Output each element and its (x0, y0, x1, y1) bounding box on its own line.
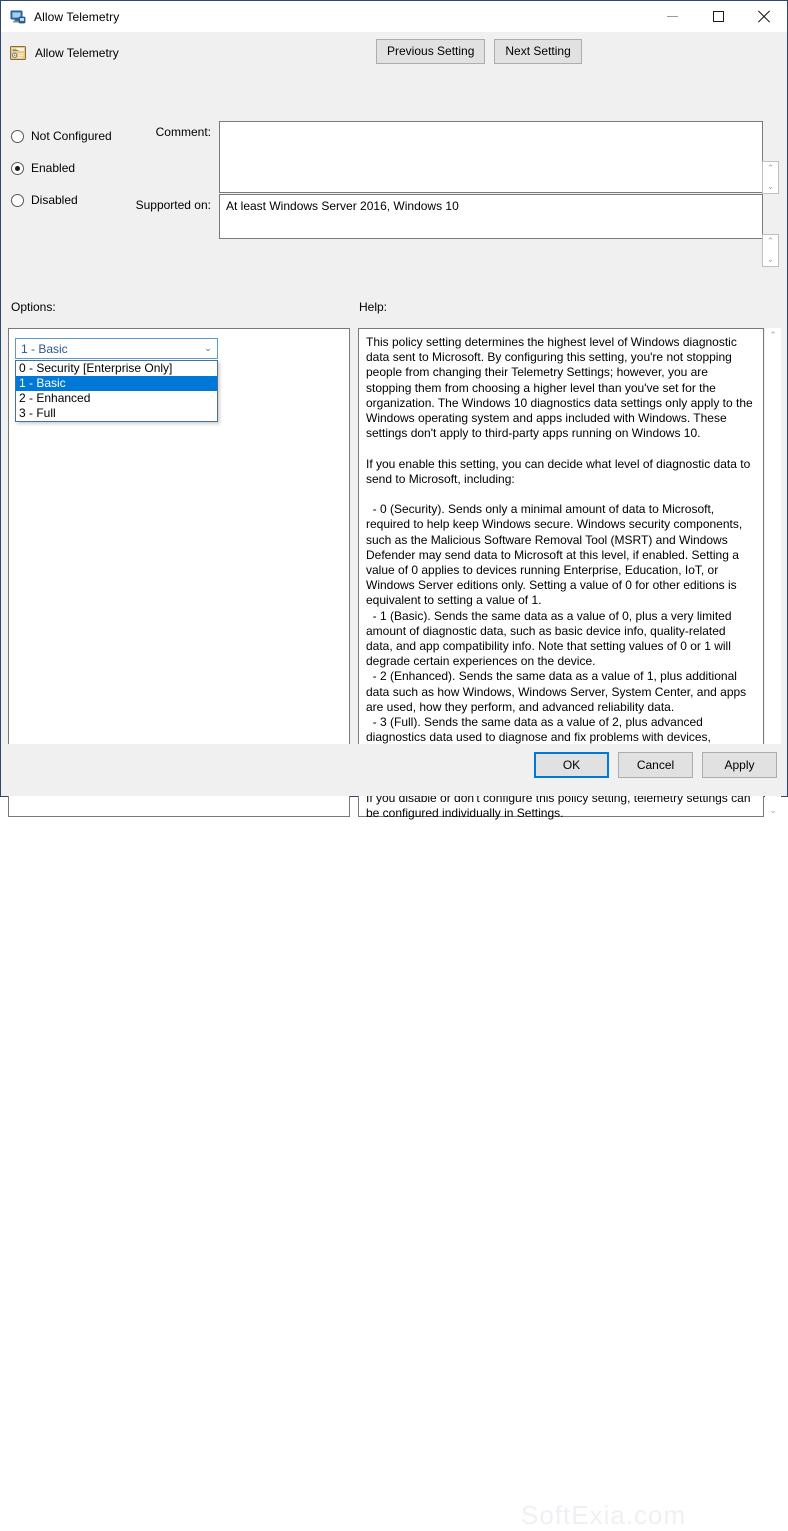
allow-telemetry-dialog: Allow Telemetry Allow Telemetry Previous… (0, 0, 788, 1530)
window-controls (649, 1, 787, 32)
navigation-buttons: Previous Setting Next Setting (376, 39, 582, 64)
radio-enabled-label: Enabled (31, 161, 76, 175)
scroll-down-icon[interactable]: ⌄ (763, 180, 778, 193)
radio-not-configured[interactable]: Not Configured (11, 125, 112, 147)
comment-label: Comment: (155, 125, 211, 139)
comment-input[interactable] (219, 121, 763, 193)
supported-on-scrollbar[interactable]: ⌃ ⌄ (762, 234, 779, 267)
radio-disabled-label: Disabled (31, 193, 78, 207)
apply-button[interactable]: Apply (702, 752, 777, 778)
radio-enabled[interactable]: Enabled (11, 157, 112, 179)
scroll-up-icon[interactable]: ⌃ (769, 328, 777, 342)
maximize-button[interactable] (695, 1, 741, 32)
dropdown-option-basic[interactable]: 1 - Basic (16, 376, 217, 391)
minimize-icon (666, 16, 678, 17)
cancel-button[interactable]: Cancel (618, 752, 693, 778)
radio-not-configured-label: Not Configured (31, 129, 112, 143)
supported-on-field: At least Windows Server 2016, Windows 10 (219, 194, 763, 239)
telemetry-level-dropdown[interactable]: 0 - Security [Enterprise Only] 1 - Basic… (15, 360, 218, 422)
watermark: SoftExia.com (521, 1500, 687, 1530)
maximize-icon (712, 11, 724, 22)
comment-value (220, 122, 762, 130)
comment-scrollbar[interactable]: ⌃ ⌄ (762, 161, 779, 194)
chevron-down-icon[interactable]: ⌄ (199, 343, 217, 354)
next-setting-button[interactable]: Next Setting (494, 39, 582, 64)
radio-not-configured-indicator (11, 129, 24, 143)
dropdown-option-security[interactable]: 0 - Security [Enterprise Only] (16, 361, 217, 376)
scroll-up-icon[interactable]: ⌃ (763, 162, 778, 175)
ok-button[interactable]: OK (534, 752, 609, 778)
setting-title: Allow Telemetry (35, 46, 119, 60)
dialog-footer: SoftExia.com OK Cancel Apply (1, 744, 787, 1530)
dropdown-option-enhanced[interactable]: 2 - Enhanced (16, 391, 217, 406)
footer-buttons: OK Cancel Apply (534, 752, 777, 778)
help-label: Help: (359, 300, 388, 314)
window-title: Allow Telemetry (34, 9, 120, 24)
setting-header: Allow Telemetry Previous Setting Next Se… (1, 32, 787, 74)
policy-state-radio-group: Not Configured Enabled Disabled (11, 125, 112, 221)
radio-disabled[interactable]: Disabled (11, 189, 112, 211)
options-label: Options: (11, 300, 56, 314)
scroll-down-icon[interactable]: ⌄ (763, 253, 778, 266)
computer-policy-icon (10, 9, 26, 25)
policy-setting-icon (10, 45, 26, 61)
minimize-button[interactable] (649, 1, 695, 32)
title-bar[interactable]: Allow Telemetry (1, 1, 787, 32)
scroll-down-icon[interactable]: ⌄ (769, 803, 777, 817)
supported-on-value: At least Windows Server 2016, Windows 10 (226, 199, 459, 213)
dropdown-option-full[interactable]: 3 - Full (16, 406, 217, 421)
supported-on-label: Supported on: (135, 198, 211, 212)
scroll-up-icon[interactable]: ⌃ (763, 235, 778, 248)
close-icon (757, 10, 771, 24)
dialog-body: Not Configured Enabled Disabled Comment:… (1, 74, 787, 820)
radio-enabled-indicator (11, 161, 24, 175)
previous-setting-button[interactable]: Previous Setting (376, 39, 486, 64)
close-button[interactable] (741, 1, 787, 32)
telemetry-level-selected-value: 1 - Basic (21, 341, 68, 356)
radio-disabled-indicator (11, 193, 24, 207)
telemetry-level-select[interactable]: 1 - Basic ⌄ (15, 338, 218, 359)
